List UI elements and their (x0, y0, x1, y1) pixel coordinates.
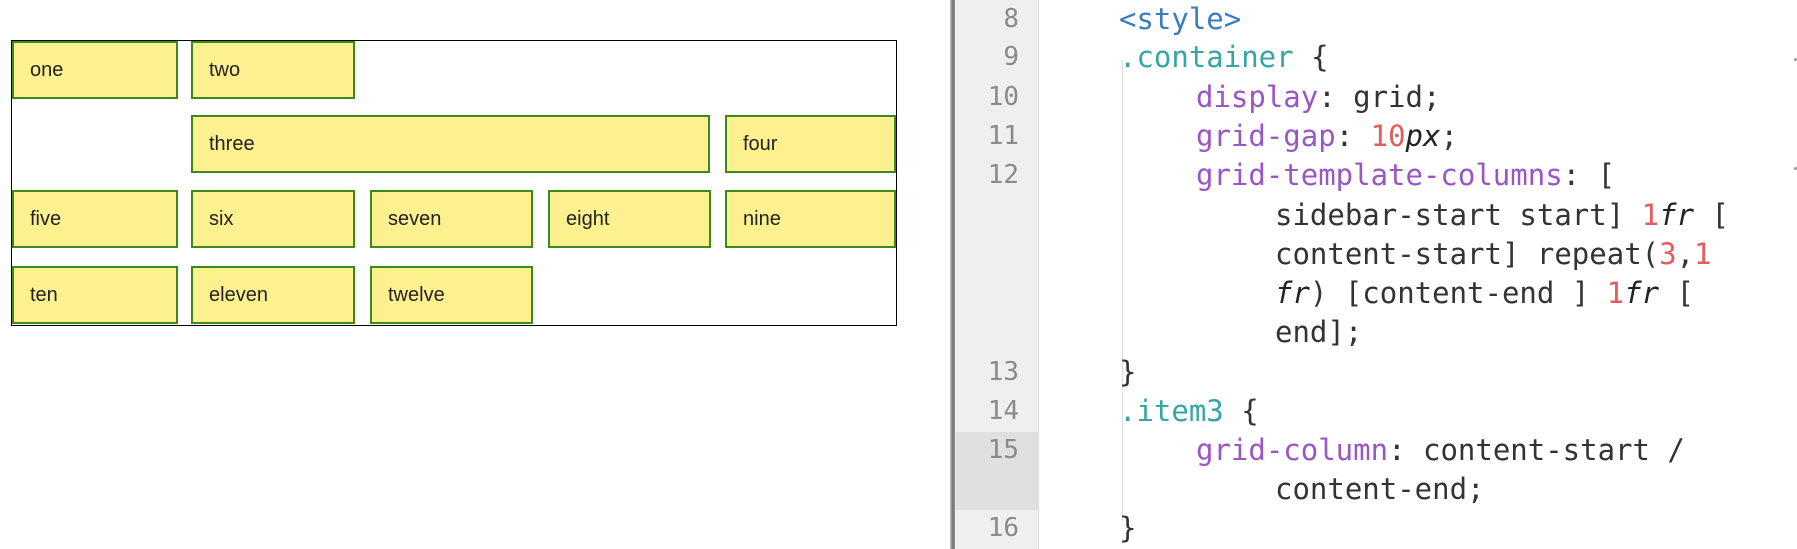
brace-token: { (1223, 394, 1259, 428)
unit-token: px (1405, 119, 1441, 153)
grid-item-label: five (30, 207, 62, 230)
code-line-12-wrap[interactable]: fr) [content-end ] 1fr [ (1275, 274, 1694, 312)
code-line-12[interactable]: grid-template-columns: [ (1196, 156, 1615, 194)
grid-item-label: seven (388, 207, 442, 230)
line-number-8: 8 (1003, 4, 1019, 34)
grid-item-label: six (209, 207, 234, 230)
grid-item-label: twelve (388, 283, 445, 306)
unit-token: fr (1624, 276, 1660, 310)
code-line-15[interactable]: grid-column: content-start / (1196, 431, 1685, 469)
value-token: end]; (1275, 315, 1363, 349)
punctuation-token: [ (1659, 276, 1695, 310)
grid-item-label: eight (566, 207, 610, 230)
grid-item-label: one (30, 58, 64, 81)
punctuation-token: [ (1694, 198, 1729, 232)
property-token: grid-column (1196, 433, 1389, 467)
code-line-12-wrap[interactable]: content-start] repeat(3,1 (1275, 235, 1712, 273)
value-token: ) [content-end ] (1309, 276, 1607, 310)
brace-token: } (1119, 511, 1137, 545)
value-token: content-start] repeat( (1275, 237, 1660, 271)
brace-token: } (1119, 355, 1137, 389)
property-token: display (1196, 80, 1319, 114)
code-line-15-wrap[interactable]: content-end; (1275, 470, 1485, 508)
grid-item-three: three (191, 115, 710, 173)
line-number-12: 12 (987, 160, 1019, 190)
code-line-9[interactable]: .container { (1119, 38, 1329, 76)
number-token: 1 (1694, 237, 1712, 271)
number-token: 1 (1641, 198, 1660, 232)
value-token: sidebar-start start] (1275, 198, 1642, 232)
line-number-14: 14 (987, 396, 1019, 426)
number-token: 10 (1370, 119, 1406, 153)
code-line-11[interactable]: grid-gap: 10px; (1196, 117, 1458, 155)
grid-item-label: eleven (209, 283, 268, 306)
grid-item-label: nine (743, 207, 781, 230)
code-editor[interactable]: 8 9 10 11 12 13 14 15 16 <style> .contai… (955, 0, 1797, 549)
punctuation-token: , (1676, 237, 1695, 271)
line-number-10: 10 (987, 82, 1019, 112)
line-number-16: 16 (987, 513, 1019, 543)
code-line-14[interactable]: .item3 { (1119, 392, 1259, 430)
grid-item-twelve: twelve (370, 266, 533, 324)
grid-item-label: two (209, 58, 241, 81)
property-token: grid-gap (1196, 119, 1336, 153)
grid-item-nine: nine (725, 190, 896, 248)
property-token: grid-template-columns (1196, 158, 1563, 192)
line-number-15: 15 (987, 435, 1019, 465)
code-line-8[interactable]: <style> (1119, 0, 1241, 38)
number-token: 3 (1659, 237, 1677, 271)
grid-item-ten: ten (12, 266, 178, 324)
code-line-16[interactable]: } (1119, 509, 1136, 547)
scroll-edge (1789, 0, 1797, 549)
line-number-11: 11 (987, 121, 1019, 151)
grid-item-label: ten (30, 283, 58, 306)
selector-token: .container (1119, 40, 1294, 74)
grid-item-four: four (725, 115, 896, 173)
value-token: content-end; (1275, 472, 1485, 506)
indent-guide (1122, 60, 1123, 520)
punctuation-token: : [ (1562, 158, 1616, 192)
code-line-10[interactable]: display: grid; (1196, 78, 1440, 116)
grid-item-six: six (191, 190, 355, 248)
unit-token: fr (1659, 198, 1695, 232)
unit-token: fr (1275, 276, 1310, 310)
html-tag-token: <style> (1119, 2, 1242, 36)
value-token: : content-start / (1388, 433, 1685, 467)
value-token: : grid; (1318, 80, 1441, 114)
grid-item-seven: seven (370, 190, 533, 248)
grid-container: one two three four five six seven eight … (11, 40, 897, 326)
punctuation-token: ; (1440, 119, 1458, 153)
punctuation-token: : (1335, 119, 1371, 153)
code-line-13[interactable]: } (1119, 353, 1136, 391)
grid-preview-pane: one two three four five six seven eight … (0, 0, 950, 549)
grid-item-eleven: eleven (191, 266, 355, 324)
grid-item-label: four (743, 132, 778, 155)
grid-item-five: five (12, 190, 178, 248)
grid-item-label: three (209, 132, 255, 155)
code-line-12-wrap[interactable]: end]; (1275, 313, 1362, 351)
line-number-13: 13 (987, 357, 1019, 387)
number-token: 1 (1606, 276, 1625, 310)
grid-item-one: one (12, 41, 178, 99)
grid-item-two: two (191, 41, 355, 99)
brace-token: { (1293, 40, 1329, 74)
line-number-9: 9 (1003, 42, 1019, 72)
line-number-gutter: 8 9 10 11 12 13 14 15 16 (955, 0, 1039, 549)
code-line-12-wrap[interactable]: sidebar-start start] 1fr [ (1275, 196, 1729, 234)
selector-token: .item3 (1119, 394, 1224, 428)
grid-item-eight: eight (548, 190, 711, 248)
